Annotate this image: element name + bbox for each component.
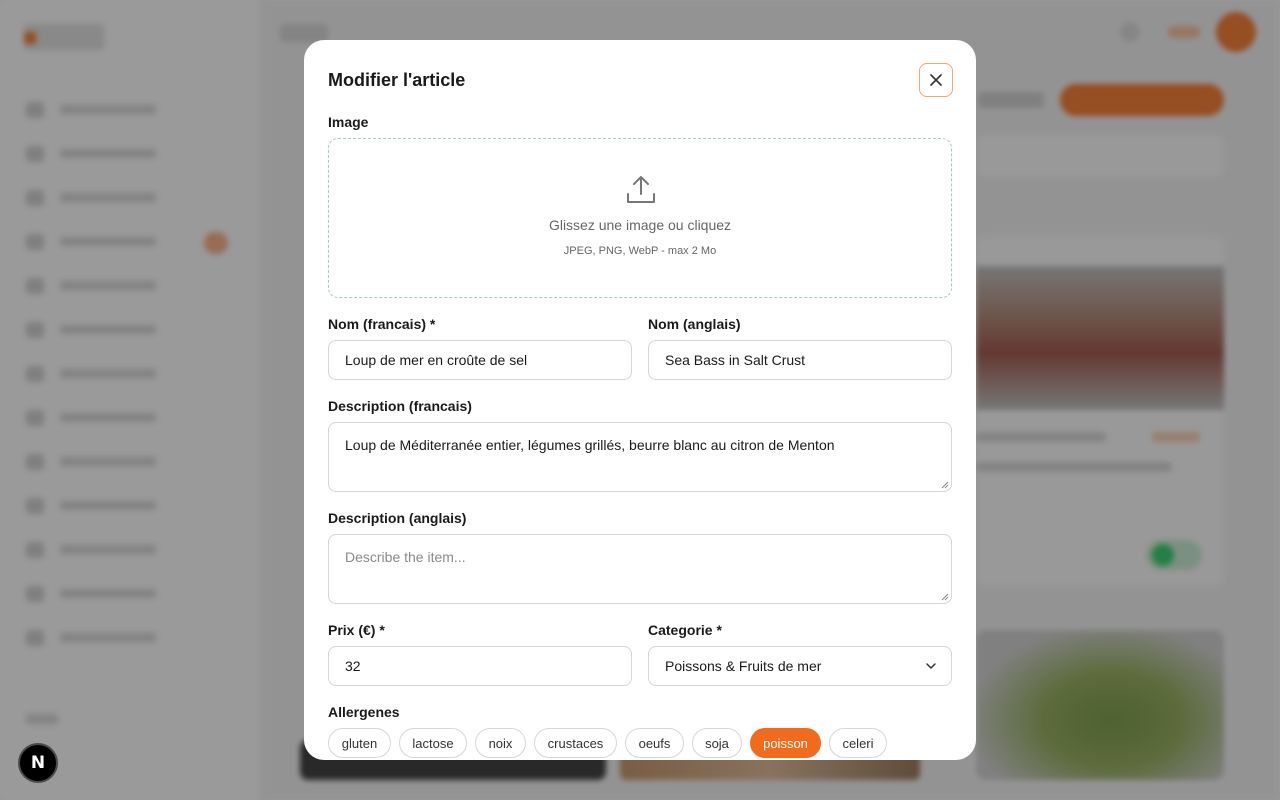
category-value: Poissons & Fruits de mer (665, 658, 822, 674)
close-icon (930, 74, 942, 86)
description-en-placeholder: Describe the item... (345, 549, 466, 565)
description-fr-value: Loup de Méditerranée entier, légumes gri… (345, 437, 835, 453)
category-label: Categorie * (648, 622, 722, 638)
allergen-chip-celeri[interactable]: celeri (829, 728, 887, 758)
price-value: 32 (345, 658, 361, 674)
allergen-chip-crustaces[interactable]: crustaces (534, 728, 617, 758)
name-fr-input[interactable]: Loup de mer en croûte de sel (328, 340, 632, 380)
allergens-label: Allergenes (328, 704, 400, 720)
allergen-chip-soja[interactable]: soja (692, 728, 742, 758)
name-en-input[interactable]: Sea Bass in Salt Crust (648, 340, 952, 380)
allergen-chip-poisson[interactable]: poisson (750, 728, 821, 758)
name-en-label: Nom (anglais) (648, 316, 741, 332)
name-en-value: Sea Bass in Salt Crust (665, 352, 806, 368)
image-dropzone[interactable]: Glissez une image ou cliquez JPEG, PNG, … (328, 138, 952, 298)
upload-icon (627, 176, 655, 203)
dropzone-prompt: Glissez une image ou cliquez (548, 217, 732, 233)
allergen-chip-gluten[interactable]: gluten (328, 728, 391, 758)
allergen-chip-oeufs[interactable]: oeufs (625, 728, 684, 758)
name-fr-label: Nom (francais) * (328, 316, 436, 332)
price-label: Prix (€) * (328, 622, 385, 638)
description-fr-textarea[interactable]: Loup de Méditerranée entier, légumes gri… (328, 422, 952, 492)
resize-grip-icon[interactable] (941, 481, 949, 489)
close-button[interactable] (919, 63, 953, 97)
dropzone-hint: JPEG, PNG, WebP - max 2 Mo (563, 245, 717, 257)
modal-title: Modifier l'article (328, 70, 466, 90)
price-input[interactable]: 32 (328, 646, 632, 686)
chevron-down-icon (926, 663, 936, 669)
category-select[interactable]: Poissons & Fruits de mer (648, 646, 952, 686)
name-fr-value: Loup de mer en croûte de sel (345, 352, 528, 368)
description-en-label: Description (anglais) (328, 510, 467, 526)
edit-item-modal: Modifier l'article Image Glissez une ima… (304, 40, 976, 760)
description-fr-label: Description (francais) (328, 398, 472, 414)
image-label: Image (328, 114, 369, 130)
description-en-textarea[interactable]: Describe the item... (328, 534, 952, 604)
allergen-chip-lactose[interactable]: lactose (399, 728, 467, 758)
dev-tools-badge[interactable]: N (18, 743, 58, 783)
resize-grip-icon[interactable] (941, 593, 949, 601)
allergen-chip-noix[interactable]: noix (475, 728, 526, 758)
